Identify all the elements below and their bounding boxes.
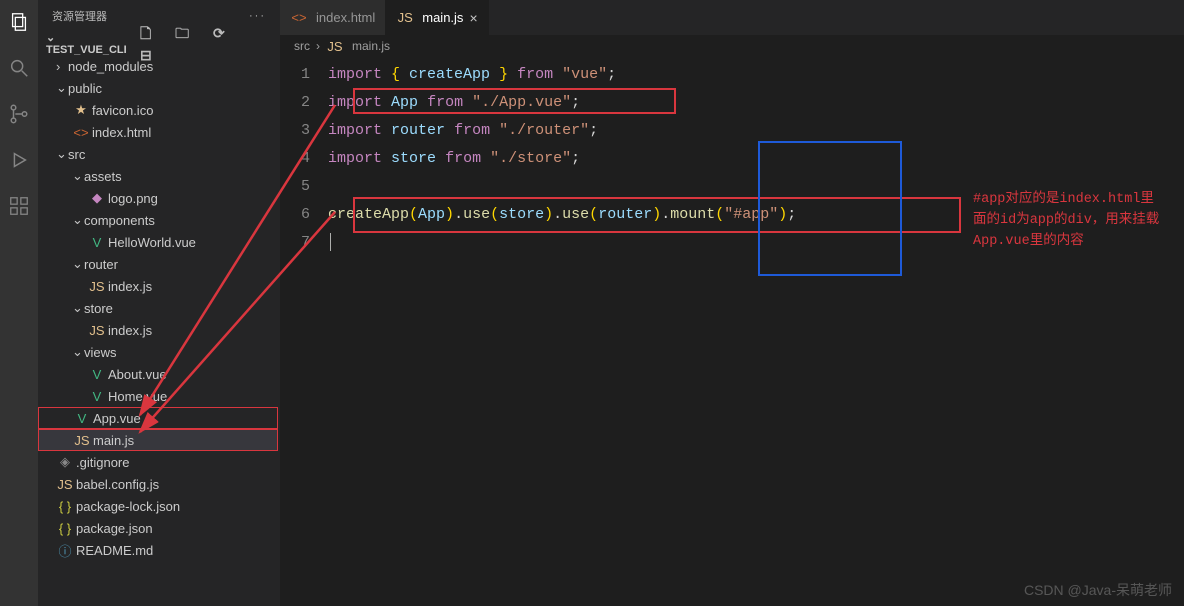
sidebar-more-icon[interactable]: ··· (249, 10, 266, 22)
folder-router[interactable]: ⌄router (38, 253, 280, 275)
vue-icon: V (73, 411, 91, 426)
js-icon: JS (88, 323, 106, 338)
file-gitignore[interactable]: ◈.gitignore (38, 451, 280, 473)
js-icon: JS (326, 39, 344, 54)
crumb-src[interactable]: src (294, 39, 310, 53)
gutter: 1 (280, 61, 328, 89)
debug-icon[interactable] (7, 148, 31, 172)
info-icon: ⓘ (56, 541, 74, 560)
html-icon: <> (290, 10, 308, 25)
activity-bar (0, 0, 38, 606)
sidebar: 资源管理器 ··· ⌄ TEST_VUE_CLI 🗋 🗀 ⟳ ⊟ ›node_m… (38, 0, 280, 606)
folder-public[interactable]: ⌄public (38, 77, 280, 99)
file-favicon[interactable]: ★favicon.ico (38, 99, 280, 121)
file-pkglock[interactable]: { }package-lock.json (38, 495, 280, 517)
text-cursor (330, 233, 331, 251)
file-babel[interactable]: JSbabel.config.js (38, 473, 280, 495)
scm-icon[interactable] (7, 102, 31, 126)
file-store-index[interactable]: JSindex.js (38, 319, 280, 341)
explorer-icon[interactable] (7, 10, 31, 34)
file-app-vue[interactable]: VApp.vue (38, 407, 278, 429)
file-home[interactable]: VHome.vue (38, 385, 280, 407)
folder-store[interactable]: ⌄store (38, 297, 280, 319)
editor-area: <> index.html JS main.js × src› JS main.… (280, 0, 1184, 606)
folder-src[interactable]: ⌄src (38, 143, 280, 165)
file-main-js[interactable]: JSmain.js (38, 429, 278, 451)
file-readme[interactable]: ⓘREADME.md (38, 539, 280, 561)
file-about[interactable]: VAbout.vue (38, 363, 280, 385)
extensions-icon[interactable] (7, 194, 31, 218)
tab-label: index.html (316, 10, 375, 25)
file-tree: ›node_modules ⌄public ★favicon.ico <>ind… (38, 55, 280, 561)
vue-icon: V (88, 235, 106, 250)
file-router-index[interactable]: JSindex.js (38, 275, 280, 297)
star-icon: ★ (72, 102, 90, 118)
image-icon: ◆ (88, 190, 106, 206)
sidebar-title: 资源管理器 (52, 8, 107, 24)
folder-assets[interactable]: ⌄assets (38, 165, 280, 187)
crumb-mainjs[interactable]: main.js (352, 39, 390, 53)
folder-views[interactable]: ⌄views (38, 341, 280, 363)
tab-main-js[interactable]: JS main.js × (386, 0, 488, 35)
tab-label: main.js (422, 10, 463, 25)
file-pkg[interactable]: { }package.json (38, 517, 280, 539)
js-icon: JS (396, 10, 414, 25)
js-icon: JS (88, 279, 106, 294)
tabs-bar: <> index.html JS main.js × (280, 0, 1184, 35)
file-icon: ◈ (56, 454, 74, 470)
search-icon[interactable] (7, 56, 31, 80)
project-header[interactable]: ⌄ TEST_VUE_CLI 🗋 🗀 ⟳ ⊟ (38, 31, 280, 55)
breadcrumbs[interactable]: src› JS main.js (280, 35, 1184, 57)
code-editor[interactable]: 1import { createApp } from "vue"; 2impor… (280, 57, 1184, 606)
js-icon: JS (56, 477, 74, 492)
annotation-text: #app对应的是index.html里 面的id为app的div，用来挂载 Ap… (973, 190, 1184, 253)
close-icon[interactable]: × (469, 10, 477, 26)
json-icon: { } (56, 499, 74, 514)
json-icon: { } (56, 521, 74, 536)
project-name: TEST_VUE_CLI (46, 44, 127, 56)
folder-node-modules[interactable]: ›node_modules (38, 55, 280, 77)
app-root: 资源管理器 ··· ⌄ TEST_VUE_CLI 🗋 🗀 ⟳ ⊟ ›node_m… (0, 0, 1184, 606)
watermark: CSDN @Java-呆萌老师 (1024, 580, 1172, 600)
file-index-html[interactable]: <>index.html (38, 121, 280, 143)
tab-index-html[interactable]: <> index.html (280, 0, 386, 35)
vue-icon: V (88, 367, 106, 382)
file-helloworld[interactable]: VHelloWorld.vue (38, 231, 280, 253)
file-logo[interactable]: ◆logo.png (38, 187, 280, 209)
folder-components[interactable]: ⌄components (38, 209, 280, 231)
vue-icon: V (88, 389, 106, 404)
html-icon: <> (72, 125, 90, 140)
js-icon: JS (73, 433, 91, 448)
